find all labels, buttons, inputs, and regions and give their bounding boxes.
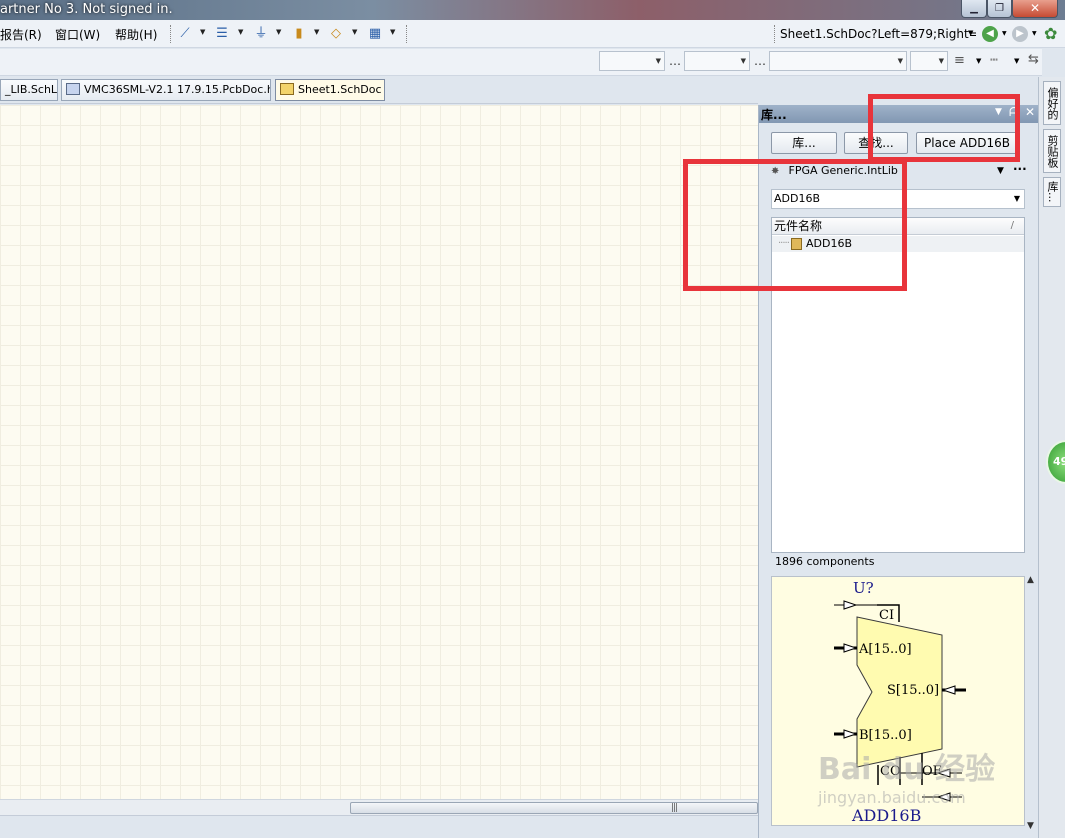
dock-tab-clipboard[interactable]: 剪贴板 xyxy=(1043,129,1061,173)
scroll-up-icon[interactable]: ▲ xyxy=(1027,575,1034,585)
toolbar-separator xyxy=(774,25,776,43)
forward-icon[interactable]: ▶ xyxy=(1012,26,1028,42)
dash-style-icon[interactable]: ┅ xyxy=(990,53,998,68)
close-icon: ✕ xyxy=(1029,1,1041,15)
pin-label-s: S[15..0] xyxy=(887,683,939,698)
tab-sheet1-schdoc[interactable]: Sheet1.SchDoc * xyxy=(275,79,385,101)
tab-label: Sheet1.SchDoc * xyxy=(298,83,385,96)
scroll-down-icon[interactable]: ▼ xyxy=(1027,821,1034,831)
menu-window[interactable]: 窗口(W) xyxy=(55,26,100,43)
schematic-canvas[interactable] xyxy=(0,105,758,799)
ground-icon[interactable]: ⏚ xyxy=(253,26,269,42)
tab-label: VMC36SML-V2.1 17.9.15.PcbDoc.htm xyxy=(84,83,271,96)
highlight-component-list xyxy=(683,159,907,291)
chevron-down-icon: ▼ xyxy=(655,57,661,65)
tree-icon[interactable]: ✿ xyxy=(1044,24,1057,43)
menu-report[interactable]: 报告(R) xyxy=(0,26,42,43)
maximize-button[interactable]: ❐ xyxy=(987,0,1012,18)
watermark-logo: Bai du 经验 xyxy=(818,752,996,787)
bus-icon[interactable]: ☰ xyxy=(214,26,230,42)
chevron-down-icon[interactable]: ▼ xyxy=(314,28,319,36)
chevron-down-icon[interactable]: ▼ xyxy=(1032,30,1037,37)
designator-label: U? xyxy=(853,579,874,597)
font-combo[interactable]: ▼ xyxy=(599,51,665,71)
window-title: artner No 3. Not signed in. xyxy=(0,2,173,17)
grip-icon: ||| xyxy=(671,803,678,813)
pin-label-b: B[15..0] xyxy=(859,728,912,743)
pin-arrow xyxy=(843,643,858,653)
html-document-icon xyxy=(66,83,80,95)
tab-pcbdoc-htm[interactable]: VMC36SML-V2.1 17.9.15.PcbDoc.htm xyxy=(61,79,271,101)
window-title-bar: artner No 3. Not signed in. ▁ ❐ ✕ xyxy=(0,0,1065,20)
directive-icon[interactable]: ◇ xyxy=(328,26,344,42)
style-combo[interactable]: ▼ xyxy=(769,51,907,71)
minimize-button[interactable]: ▁ xyxy=(961,0,987,18)
libraries-button[interactable]: 库... xyxy=(771,132,837,154)
pin-arrow xyxy=(941,685,956,695)
pin-label-a: A[15..0] xyxy=(858,642,912,657)
pin-arrow xyxy=(843,729,858,739)
size-combo[interactable]: ▼ xyxy=(684,51,750,71)
toolbar-separator xyxy=(170,25,172,43)
chevron-down-icon[interactable]: ▼ xyxy=(997,162,1004,180)
chevron-down-icon: ▼ xyxy=(897,57,903,65)
chevron-down-icon[interactable]: ▼ xyxy=(1014,57,1019,65)
chevron-down-icon[interactable]: ▼ xyxy=(1002,30,1007,37)
dock-tab-favorites[interactable]: 偏好的 xyxy=(1043,81,1061,125)
sort-indicator: / xyxy=(1010,220,1014,231)
part-icon[interactable]: ▮ xyxy=(291,26,307,42)
chevron-down-icon[interactable]: ▼ xyxy=(968,29,973,37)
chevron-down-icon[interactable]: ▼ xyxy=(1014,190,1020,208)
chevron-down-icon[interactable]: ▼ xyxy=(276,28,281,36)
more-options-button[interactable]: ··· xyxy=(1013,160,1027,178)
minimize-icon: ▁ xyxy=(970,3,978,14)
document-address[interactable]: Sheet1.SchDoc?Left=879;Right= xyxy=(780,24,976,44)
formatting-toolbar: ▼ … ▼ … ▼ ▼ ≡ ▼ ┅ ▼ ⇆ xyxy=(0,49,1042,76)
scrollbar-thumb[interactable]: ||| xyxy=(350,802,758,814)
chevron-down-icon[interactable]: ▼ xyxy=(390,28,395,36)
line-style-icon[interactable]: ≡ xyxy=(954,53,965,68)
grid-icon[interactable]: ▦ xyxy=(367,26,383,42)
chevron-down-icon[interactable]: ▼ xyxy=(976,57,981,65)
width-combo[interactable]: ▼ xyxy=(910,51,948,71)
pin-label-ci: CI xyxy=(879,608,894,623)
tab-label: _LIB.SchLib xyxy=(5,83,58,96)
chevron-down-icon[interactable]: ▼ xyxy=(200,28,205,36)
swap-icon[interactable]: ⇆ xyxy=(1028,52,1039,67)
toolbar-separator xyxy=(406,25,408,43)
part-name-label: ADD16B xyxy=(851,806,921,825)
chevron-down-icon: ▼ xyxy=(938,57,944,65)
highlight-place-button xyxy=(868,94,1020,162)
component-count: 1896 components xyxy=(775,555,875,568)
dock-tab-libraries[interactable]: 库... xyxy=(1043,177,1061,207)
menu-help[interactable]: 帮助(H) xyxy=(115,26,157,43)
chevron-down-icon: ▼ xyxy=(740,57,746,65)
document-tab-bar: _LIB.SchLib VMC36SML-V2.1 17.9.15.PcbDoc… xyxy=(0,77,758,104)
close-button[interactable]: ✕ xyxy=(1012,0,1058,18)
tab-schlib[interactable]: _LIB.SchLib xyxy=(0,79,58,101)
chevron-down-icon[interactable]: ▼ xyxy=(238,28,243,36)
horizontal-scrollbar[interactable]: ||| xyxy=(0,799,758,815)
close-icon[interactable]: ✕ xyxy=(1025,105,1035,119)
more-icon[interactable]: … xyxy=(669,54,681,68)
wire-icon[interactable]: ⟋ xyxy=(177,26,193,42)
back-icon[interactable]: ◀ xyxy=(982,26,998,42)
pin-arrow xyxy=(843,600,858,610)
chevron-down-icon[interactable]: ▼ xyxy=(352,28,357,36)
more-icon[interactable]: … xyxy=(754,54,766,68)
panel-title: 库... xyxy=(761,108,787,122)
schematic-document-icon xyxy=(280,83,294,95)
maximize-icon: ❐ xyxy=(995,3,1004,14)
watermark-url: jingyan.baidu.com xyxy=(818,788,966,807)
